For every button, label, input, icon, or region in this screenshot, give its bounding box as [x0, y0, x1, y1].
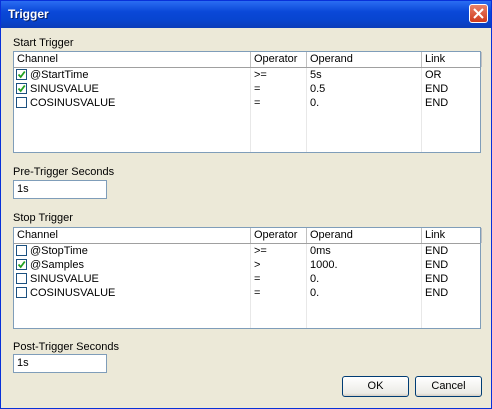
cell-operator[interactable]: > [254, 258, 260, 272]
enable-checkbox[interactable] [16, 83, 27, 94]
column-header-channel[interactable]: Channel [14, 228, 251, 243]
grid-header: Channel Operator Operand Link [14, 228, 482, 244]
cell-link[interactable]: OR [425, 68, 442, 82]
column-header-operand[interactable]: Operand [307, 228, 422, 243]
cell-link[interactable]: END [425, 82, 448, 96]
cell-operand[interactable]: 0. [310, 96, 319, 110]
cell-operand[interactable]: 5s [310, 68, 322, 82]
grid-header: Channel Operator Operand Link [14, 52, 482, 68]
table-row[interactable]: @Samples >1000. END [14, 258, 480, 272]
table-row[interactable]: @StopTime >= 0ms END [14, 244, 480, 258]
column-header-operand[interactable]: Operand [307, 52, 422, 67]
cell-link[interactable]: END [425, 258, 448, 272]
cell-operator[interactable]: >= [254, 68, 267, 82]
column-header-channel[interactable]: Channel [14, 52, 251, 67]
cell-channel[interactable]: @Samples [30, 258, 84, 272]
trigger-dialog: Trigger Start Trigger Channel Operator Ope… [0, 0, 492, 409]
cell-operator[interactable]: = [254, 82, 260, 96]
table-row[interactable]: COSINUSVALUE = 0. END [14, 96, 480, 110]
table-row[interactable]: COSINUSVALUE = 0. END [14, 286, 480, 300]
cancel-button[interactable]: Cancel [415, 376, 482, 397]
enable-checkbox[interactable] [16, 97, 27, 108]
cell-link[interactable]: END [425, 272, 448, 286]
cell-link[interactable]: END [425, 286, 448, 300]
start-trigger-label: Start Trigger [13, 37, 74, 49]
cell-link[interactable]: END [425, 96, 448, 110]
cell-operator[interactable]: = [254, 286, 260, 300]
enable-checkbox[interactable] [16, 287, 27, 298]
cell-channel[interactable]: SINUSVALUE [30, 82, 99, 96]
cell-channel[interactable]: @StartTime [30, 68, 88, 82]
window-title: Trigger [8, 7, 49, 21]
title-bar[interactable]: Trigger [1, 1, 491, 28]
stop-trigger-grid[interactable]: Channel Operator Operand Link @StopTime >= 0ms… [13, 227, 482, 329]
column-header-link[interactable]: Link [422, 52, 482, 67]
table-row[interactable]: SINUSVALUE = 0.5 END [14, 82, 480, 96]
close-button[interactable] [469, 4, 488, 23]
cell-operand[interactable]: 0. [310, 272, 319, 286]
cell-channel[interactable]: SINUSVALUE [30, 272, 99, 286]
stop-trigger-label: Stop Trigger [13, 212, 73, 224]
cell-operator[interactable]: >= [254, 244, 267, 258]
post-trigger-label: Post-Trigger Seconds [13, 341, 119, 353]
pre-trigger-input[interactable]: 1s [13, 180, 107, 199]
checkmark-icon [17, 260, 26, 269]
ok-button[interactable]: OK [342, 376, 409, 397]
cell-operand[interactable]: 0. [310, 286, 319, 300]
column-header-operator[interactable]: Operator [251, 228, 307, 243]
column-header-operator[interactable]: Operator [251, 52, 307, 67]
cell-operator[interactable]: = [254, 96, 260, 110]
cell-operand[interactable]: 0ms [310, 244, 331, 258]
table-row[interactable]: @StartTime >= 5s OR [14, 68, 480, 82]
cell-channel[interactable]: @StopTime [30, 244, 88, 258]
enable-checkbox[interactable] [16, 273, 27, 284]
start-trigger-grid[interactable]: Channel Operator Operand Link @StartTime >= 5s… [13, 51, 482, 153]
pre-trigger-label: Pre-Trigger Seconds [13, 166, 115, 178]
cell-channel[interactable]: COSINUSVALUE [30, 286, 115, 300]
cell-channel[interactable]: COSINUSVALUE [30, 96, 115, 110]
cell-operand[interactable]: 0.5 [310, 82, 325, 96]
cell-operand[interactable]: 1000. [310, 258, 338, 272]
enable-checkbox[interactable] [16, 245, 27, 256]
close-icon [473, 8, 484, 19]
post-trigger-input[interactable]: 1s [13, 354, 107, 373]
checkmark-icon [17, 84, 26, 93]
enable-checkbox[interactable] [16, 259, 27, 270]
column-header-link[interactable]: Link [422, 228, 482, 243]
enable-checkbox[interactable] [16, 69, 27, 80]
cell-operator[interactable]: = [254, 272, 260, 286]
table-row[interactable]: SINUSVALUE = 0. END [14, 272, 480, 286]
cell-link[interactable]: END [425, 244, 448, 258]
checkmark-icon [17, 70, 26, 79]
